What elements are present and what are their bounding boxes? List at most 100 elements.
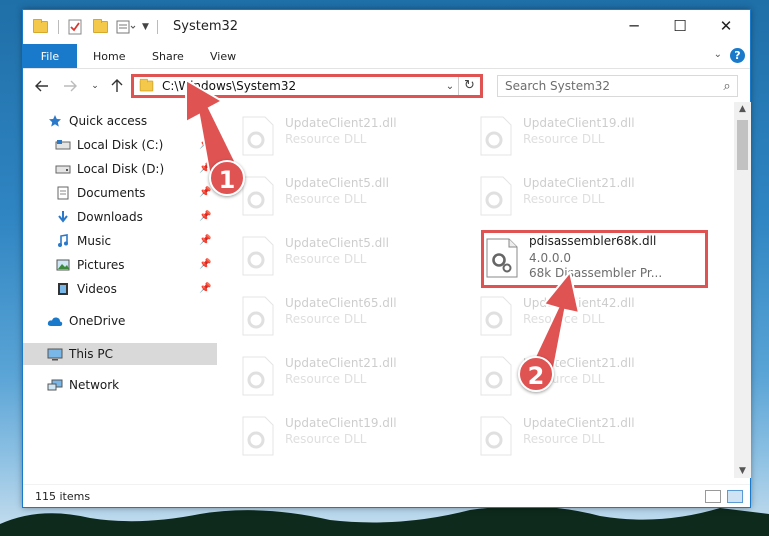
expand-ribbon-icon[interactable]: ⌄ [714,49,722,60]
sidebar-item-label: Local Disk (C:) [77,138,164,152]
network-icon [47,378,63,392]
videos-icon [55,282,71,296]
dll-file-icon [480,416,512,456]
dll-file-icon [242,296,274,336]
pin-icon[interactable]: 📌 [199,283,211,294]
forward-button[interactable] [60,76,80,96]
file-item[interactable]: UpdateClient5.dll Resource DLL [219,172,439,220]
back-arrow-icon [35,80,48,92]
file-description: Resource DLL [523,432,605,446]
tab-home[interactable]: Home [93,44,125,68]
properties-check-icon[interactable] [67,19,83,35]
up-button[interactable] [107,76,127,96]
file-name: UpdateClient19.dll [285,416,397,430]
customize-view-icon[interactable] [116,19,136,35]
sidebar-item-label: Local Disk (D:) [77,162,165,176]
file-item[interactable]: UpdateClient19.dll Resource DLL [219,412,439,460]
sidebar-item-label: Videos [77,282,117,296]
file-item[interactable]: UpdateClient21.dll Resource DLL [457,412,677,460]
sidebar-item-pictures[interactable]: Pictures [55,254,125,276]
file-item[interactable]: UpdateClient42.dll Resource DLL [457,292,677,340]
sidebar-item-network[interactable]: Network [47,374,119,396]
file-description: Resource DLL [523,312,605,326]
pictures-icon [55,258,71,272]
file-name: pdisassembler68k.dll [529,234,657,248]
sidebar-item-label: OneDrive [69,314,126,328]
recent-locations-button[interactable]: ⌄ [85,76,105,96]
pin-icon[interactable]: 📌 [199,211,211,222]
up-arrow-icon [111,79,123,92]
dll-file-icon [242,356,274,396]
minimize-button[interactable]: ─ [611,10,657,42]
address-dropdown-icon[interactable]: ⌄ [442,81,458,92]
search-icon[interactable]: ⌕ [717,79,737,94]
sidebar-item-label: Quick access [69,114,148,128]
address-path[interactable]: C:\Windows\System32 [162,79,442,93]
maximize-button[interactable]: ☐ [657,10,703,42]
file-description: Resource DLL [285,432,367,446]
sidebar-item-this-pc[interactable]: This PC [47,343,113,365]
search-input[interactable]: Search System32 [505,79,717,93]
tiles-view-icon[interactable] [727,490,743,503]
file-description: Resource DLL [285,132,367,146]
computer-icon [47,347,63,361]
file-name: UpdateClient5.dll [285,176,389,190]
file-item[interactable]: UpdateClient21.dll Resource DLL [219,112,439,160]
scroll-thumb[interactable] [737,120,748,170]
scroll-up-icon[interactable]: ▲ [734,104,751,114]
tab-share[interactable]: Share [152,44,184,68]
vertical-scrollbar[interactable]: ▲ ▼ [734,102,751,478]
search-box[interactable]: Search System32 ⌕ [497,75,738,97]
file-item[interactable]: UpdateClient21.dll Resource DLL [219,352,439,400]
file-item[interactable]: UpdateClient19.dll Resource DLL [457,112,677,160]
file-item[interactable]: UpdateClient21.dll Resource DLL [457,172,677,220]
details-view-icon[interactable] [705,490,721,503]
close-button[interactable]: ✕ [703,10,749,42]
folder-icon[interactable] [33,19,48,33]
sidebar-item-videos[interactable]: Videos [55,278,117,300]
dll-file-icon [242,116,274,156]
help-icon[interactable]: ? [730,48,745,63]
file-version: 4.0.0.0 [529,251,571,265]
sidebar-item-documents[interactable]: Documents [55,182,145,204]
window-title: System32 [173,19,239,34]
file-item[interactable]: UpdateClient21.dll Resource DLL [457,352,677,400]
dropdown-arrow-icon[interactable]: ▼ [142,22,149,32]
dll-file-icon [480,296,512,336]
sidebar-item-label: This PC [69,347,113,361]
address-bar[interactable]: C:\Windows\System32 ⌄ ↻ [131,74,483,98]
file-item[interactable]: UpdateClient65.dll Resource DLL [219,292,439,340]
pin-icon[interactable]: 📌 [199,259,211,270]
sidebar-item-music[interactable]: Music [55,230,111,252]
pin-icon[interactable]: 📌 [199,235,211,246]
documents-icon [55,186,71,200]
status-bar: 115 items [23,484,750,508]
sidebar-item-quick-access[interactable]: Quick access [47,110,147,132]
file-description: Resource DLL [523,132,605,146]
file-item-pdisassembler68k[interactable]: pdisassembler68k.dll 4.0.0.0 68k Disasse… [463,234,683,288]
star-icon [47,114,63,128]
dll-file-icon [480,176,512,216]
refresh-button[interactable]: ↻ [458,77,480,95]
new-folder-icon[interactable] [93,19,108,33]
dll-file-icon [480,116,512,156]
sidebar-item-local-disk-c[interactable]: Local Disk (C:) [55,134,163,156]
file-description: Resource DLL [285,252,367,266]
pin-icon[interactable]: 📌 [199,139,211,150]
scroll-down-icon[interactable]: ▼ [734,466,751,476]
sidebar-item-onedrive[interactable]: OneDrive [47,310,125,332]
file-name: UpdateClient42.dll [523,296,635,310]
tab-view[interactable]: View [210,44,236,68]
file-item[interactable]: UpdateClient5.dll Resource DLL [219,232,439,280]
back-button[interactable] [32,76,52,96]
tab-file[interactable]: File [23,44,77,68]
sidebar-item-label: Documents [77,186,146,200]
dll-file-icon [480,356,512,396]
sidebar-item-local-disk-d[interactable]: Local Disk (D:) [55,158,164,180]
dll-file-icon [242,236,274,276]
drive-icon [55,138,71,152]
step-marker-1: 1 [209,160,245,196]
sidebar-item-downloads[interactable]: Downloads [55,206,143,228]
pin-icon[interactable]: 📌 [199,187,211,198]
file-description: 68k Disassembler Pr... [529,266,663,280]
